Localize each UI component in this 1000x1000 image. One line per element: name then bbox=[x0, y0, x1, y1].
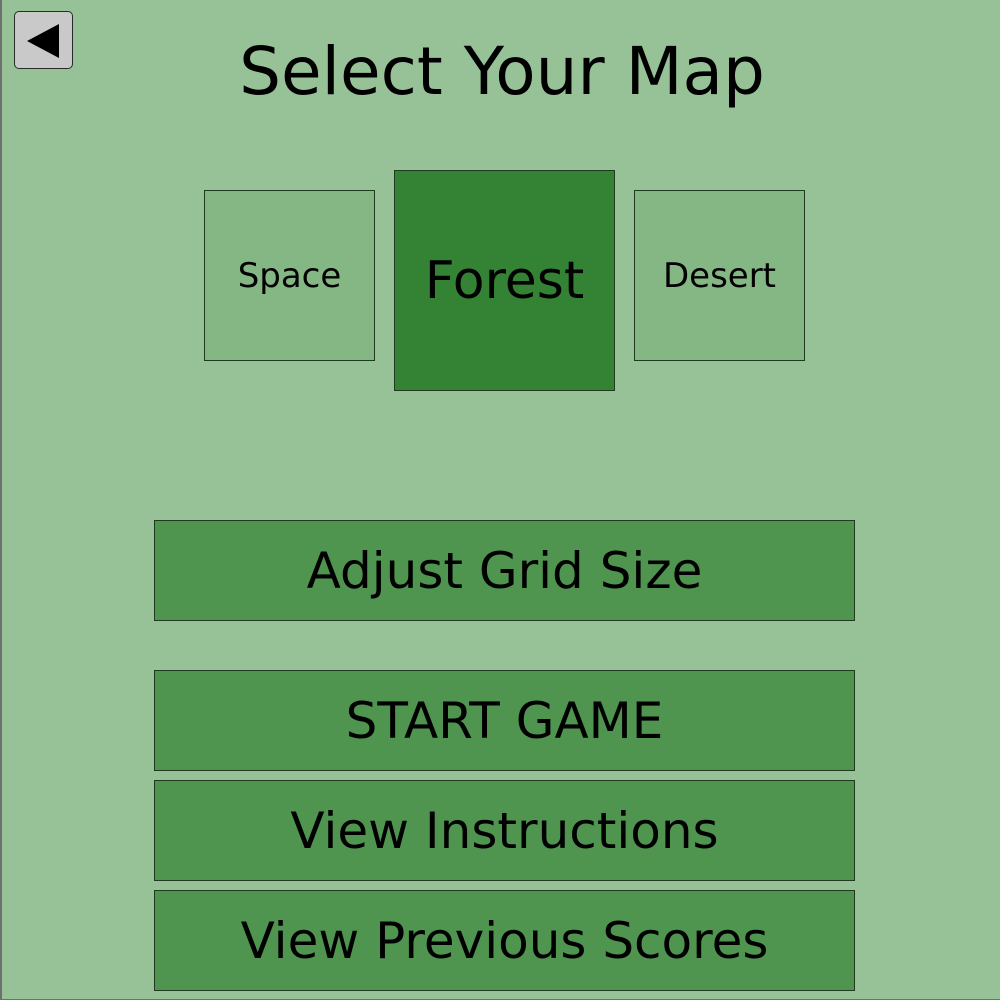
map-tile-label: Space bbox=[237, 255, 342, 296]
map-select-screen: Select Your Map Space Forest Desert Adju… bbox=[0, 0, 1000, 1000]
map-tile-space[interactable]: Space bbox=[204, 190, 375, 361]
start-game-button[interactable]: START GAME bbox=[154, 670, 855, 771]
start-game-label: START GAME bbox=[345, 691, 664, 750]
adjust-grid-size-button[interactable]: Adjust Grid Size bbox=[154, 520, 855, 621]
map-tile-desert[interactable]: Desert bbox=[634, 190, 805, 361]
view-previous-scores-button[interactable]: View Previous Scores bbox=[154, 890, 855, 991]
adjust-grid-size-label: Adjust Grid Size bbox=[306, 541, 703, 600]
view-instructions-label: View Instructions bbox=[290, 801, 719, 860]
view-previous-scores-label: View Previous Scores bbox=[240, 911, 769, 970]
map-tile-forest[interactable]: Forest bbox=[394, 170, 615, 391]
map-tile-label: Desert bbox=[662, 255, 777, 296]
view-instructions-button[interactable]: View Instructions bbox=[154, 780, 855, 881]
page-title: Select Your Map bbox=[239, 33, 765, 110]
map-tile-label: Forest bbox=[424, 250, 585, 311]
